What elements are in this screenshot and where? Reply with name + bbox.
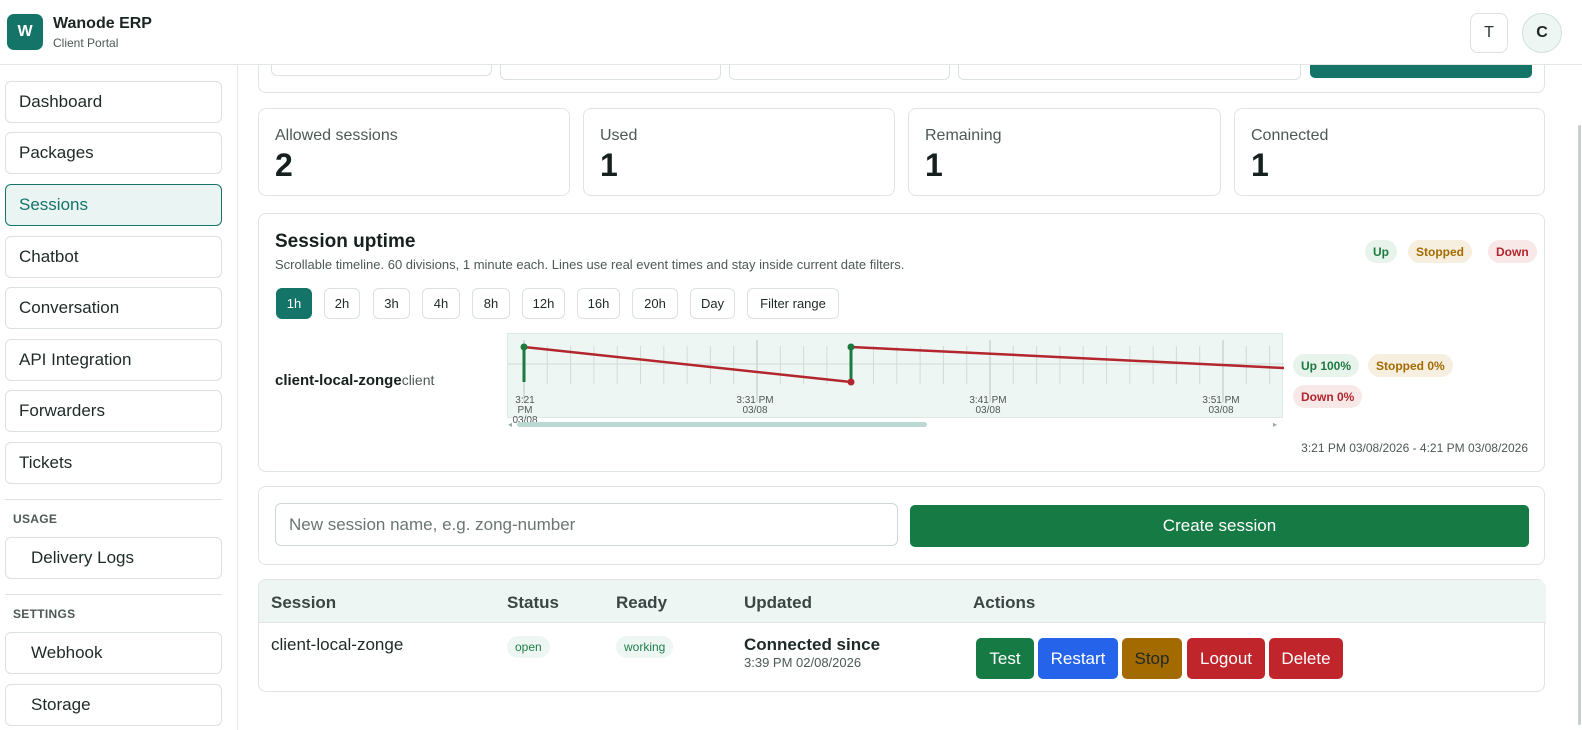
timeline-session-type: client	[401, 372, 435, 388]
tick-label-1: 3:31 PM 03/08	[736, 395, 774, 416]
sidebar-divider	[5, 499, 222, 500]
sidebar-item-tickets[interactable]: Tickets	[5, 442, 222, 484]
delete-button[interactable]: Delete	[1269, 638, 1343, 679]
stat-card-remaining: Remaining 1	[908, 108, 1221, 196]
range-day[interactable]: Day	[690, 288, 735, 319]
sidebar-item-chatbot[interactable]: Chatbot	[5, 236, 222, 278]
stat-card-allowed: Allowed sessions 2	[258, 108, 570, 196]
sidebar-item-sessions[interactable]: Sessions	[5, 184, 222, 226]
scroll-left-arrow[interactable]: ◂	[508, 420, 512, 429]
sidebar-item-delivery-logs[interactable]: Delivery Logs	[5, 537, 222, 579]
up-event-dot	[847, 343, 855, 351]
sidebar-item-storage[interactable]: Storage	[5, 684, 222, 726]
sidebar-item-api-integration[interactable]: API Integration	[5, 339, 222, 381]
settings-heading: SETTINGS	[13, 607, 76, 621]
col-actions: Actions	[973, 593, 1036, 612]
stat-label: Allowed sessions	[275, 127, 398, 144]
uptime-timeline-chart[interactable]: 3:21 PM 03/08 3:31 PM 03/08 3:41 PM 03/08 3…	[507, 333, 1284, 426]
sidebar: Dashboard Packages Sessions Chatbot Conv…	[0, 65, 238, 730]
sidebar-item-packages[interactable]: Packages	[5, 132, 222, 174]
range-3h[interactable]: 3h	[373, 288, 410, 319]
status-badge: open	[507, 636, 550, 658]
sidebar-item-conversation[interactable]: Conversation	[5, 287, 222, 329]
table-header: Session Status Ready Updated Actions	[259, 580, 1546, 623]
uptime-title: Session uptime	[275, 231, 416, 252]
stat-value: 2	[275, 147, 293, 183]
stat-label: Used	[600, 127, 638, 144]
range-8h[interactable]: 8h	[472, 288, 510, 319]
updated-title: Connected since	[744, 635, 881, 654]
uptime-subtitle: Scrollable timeline. 60 divisions, 1 min…	[275, 257, 905, 272]
range-2h[interactable]: 2h	[324, 288, 360, 319]
app-title: Wanode ERP	[53, 15, 152, 32]
updated-time: 3:39 PM 02/08/2026	[744, 655, 862, 670]
down-event-dot	[847, 378, 855, 386]
timeline-session-name: client-local-zongeclient	[275, 372, 435, 389]
row-session-name: client-local-zonge	[271, 635, 404, 654]
sidebar-item-webhook[interactable]: Webhook	[5, 632, 222, 674]
summary-down: Down 0%	[1293, 385, 1363, 408]
stat-card-used: Used 1	[583, 108, 895, 196]
ready-badge: working	[616, 636, 674, 658]
range-16h[interactable]: 16h	[577, 288, 620, 319]
page-scrollbar[interactable]	[1578, 125, 1581, 725]
usage-heading: USAGE	[13, 512, 58, 526]
range-filter[interactable]: Filter range	[747, 288, 839, 319]
timeline-scrollbar[interactable]	[517, 422, 927, 427]
summary-up: Up 100%	[1293, 354, 1360, 377]
user-avatar[interactable]: C	[1522, 13, 1562, 53]
main-content: Allowed sessions 2 Used 1 Remaining 1 Co…	[238, 45, 1582, 730]
tick-label-3: 3:51 PM 03/08	[1202, 395, 1240, 416]
summary-stopped: Stopped 0%	[1368, 354, 1453, 377]
sidebar-item-forwarders[interactable]: Forwarders	[5, 390, 222, 432]
stat-value: 1	[1251, 147, 1269, 183]
top-bar: W Wanode ERP Client Portal T C	[0, 0, 1582, 65]
range-4h[interactable]: 4h	[422, 288, 460, 319]
tick-label-2: 3:41 PM 03/08	[969, 395, 1007, 416]
sessions-table: Session Status Ready Updated Actions cli…	[258, 579, 1546, 692]
stat-card-connected: Connected 1	[1234, 108, 1545, 196]
theme-button[interactable]: T	[1470, 13, 1508, 53]
down-segment	[850, 345, 1284, 370]
range-12h[interactable]: 12h	[522, 288, 565, 319]
col-session: Session	[271, 593, 337, 612]
create-session-button[interactable]: Create session	[910, 505, 1529, 547]
create-session-card: New session name, e.g. zong-number Creat…	[258, 486, 1545, 565]
legend-stopped: Stopped	[1408, 240, 1472, 263]
stat-value: 1	[600, 147, 618, 183]
sidebar-item-dashboard[interactable]: Dashboard	[5, 81, 222, 123]
stat-label: Connected	[1251, 127, 1329, 144]
col-ready: Ready	[616, 593, 668, 612]
app-subtitle: Client Portal	[53, 36, 119, 50]
stat-label: Remaining	[925, 127, 1002, 144]
scroll-right-arrow[interactable]: ▸	[1273, 420, 1277, 429]
logout-button[interactable]: Logout	[1187, 638, 1265, 679]
stat-value: 1	[925, 147, 943, 183]
timeline-range-text: 3:21 PM 03/08/2026 - 4:21 PM 03/08/2026	[1301, 441, 1528, 455]
app-logo: W	[7, 14, 43, 50]
col-updated: Updated	[744, 593, 812, 612]
stop-button[interactable]: Stop	[1122, 638, 1182, 679]
legend-down: Down	[1488, 240, 1537, 263]
col-status: Status	[507, 593, 559, 612]
test-button[interactable]: Test	[976, 638, 1034, 679]
range-20h[interactable]: 20h	[632, 288, 678, 319]
timeline-svg	[508, 340, 1284, 402]
new-session-input[interactable]: New session name, e.g. zong-number	[275, 503, 898, 546]
uptime-card: Session uptime Scrollable timeline. 60 d…	[258, 213, 1545, 472]
restart-button[interactable]: Restart	[1038, 638, 1118, 679]
sidebar-divider	[5, 594, 222, 595]
range-1h[interactable]: 1h	[276, 288, 312, 319]
legend-up: Up	[1365, 240, 1397, 263]
up-event-dot	[520, 343, 528, 351]
